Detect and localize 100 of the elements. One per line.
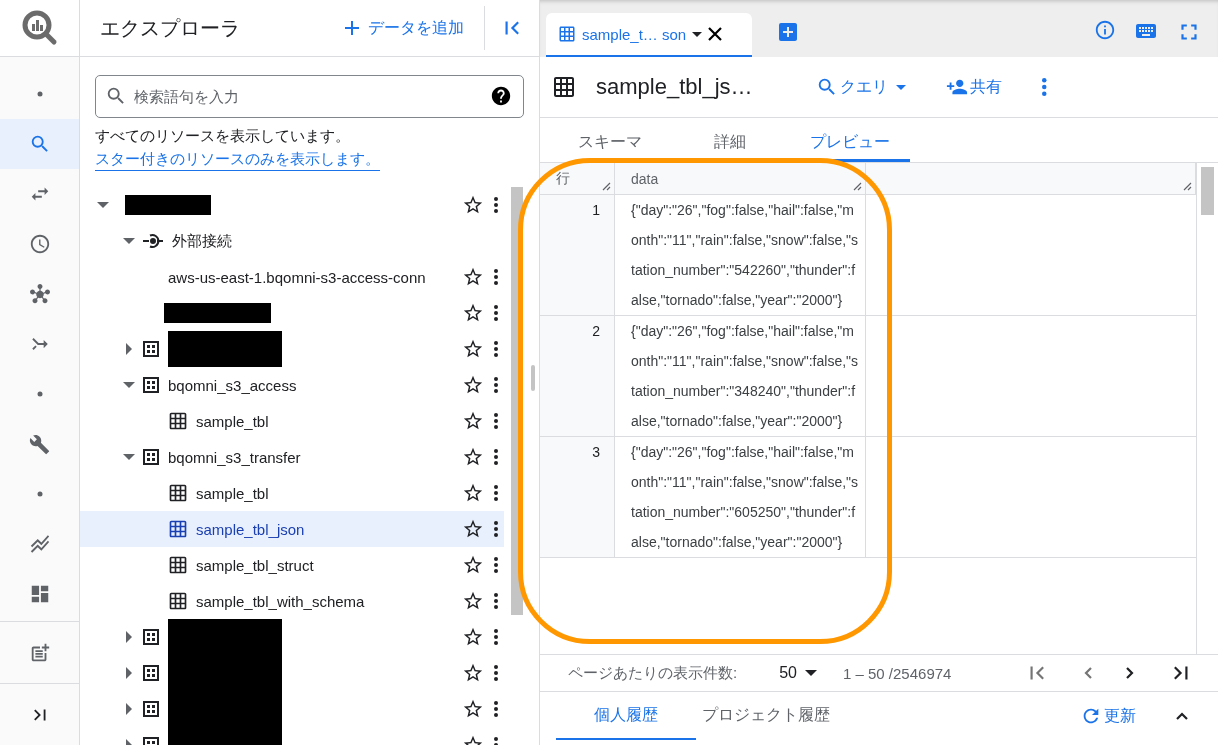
more-button[interactable] [494, 557, 498, 573]
star-button[interactable] [462, 698, 484, 720]
tree-item[interactable]: sample_tbl_json [80, 511, 504, 547]
star-icon [462, 482, 484, 504]
star-button[interactable] [462, 374, 484, 396]
star-icon [462, 554, 484, 576]
tree-item[interactable]: bqomni_s3_access [80, 367, 504, 403]
table-icon [168, 591, 188, 611]
search-icon [816, 76, 838, 98]
section-tab[interactable]: スキーマ [550, 118, 670, 162]
section-tab[interactable]: 詳細 [670, 118, 790, 162]
tree-item[interactable]: bqomni_s3_transfer [80, 439, 504, 475]
star-button[interactable] [462, 626, 484, 648]
star-icon [462, 518, 484, 540]
tree-item[interactable]: 外部接続 [80, 223, 504, 259]
tree-item[interactable]: aws-us-east-1.bqomni-s3-access-conn [80, 259, 504, 295]
table-icon [552, 75, 576, 99]
more-button[interactable] [494, 449, 498, 465]
expanded-caret-icon[interactable] [123, 454, 135, 460]
star-icon [462, 374, 484, 396]
more-button[interactable] [494, 377, 498, 393]
connection-icon [142, 232, 164, 250]
search-field[interactable]: 検索語句を入力 [95, 75, 524, 118]
more-button[interactable] [494, 269, 498, 285]
star-button[interactable] [462, 662, 484, 684]
expanded-caret-icon[interactable] [123, 238, 135, 244]
more-button[interactable] [494, 629, 498, 645]
history-tab[interactable]: プロジェクト履歴 [696, 692, 836, 740]
table-icon [168, 483, 188, 503]
dot-icon [36, 91, 43, 97]
star-button[interactable] [462, 194, 484, 216]
more-vertical-icon [494, 341, 498, 357]
resize-handle[interactable] [531, 365, 535, 391]
more-button[interactable] [494, 341, 498, 357]
expanded-caret-icon[interactable] [123, 382, 135, 388]
dataset-icon [142, 700, 160, 718]
table-cell: {"day":"26","fog":false,"hail":false,"month":"11","rain":false,"snow":false,"station_number":"542260","thunder":false,"tornado":false,"year":"2000"} [615, 195, 866, 315]
query-button[interactable]: クエリ [816, 76, 906, 98]
star-icon [462, 590, 484, 612]
more-vertical-icon [494, 593, 498, 609]
star-button[interactable] [462, 302, 484, 324]
table-icon [168, 411, 188, 431]
refresh-button[interactable]: 更新 [1074, 704, 1142, 728]
network-icon [29, 284, 50, 304]
dropdown-caret-icon [896, 84, 906, 90]
dataset-icon [142, 664, 160, 682]
more-button[interactable] [494, 197, 498, 213]
page-size-label: ページあたりの表示件数: [568, 663, 738, 683]
tree-item[interactable]: sample_tbl_struct [80, 547, 504, 583]
close-icon[interactable] [708, 27, 723, 41]
scrollbar-thumb[interactable] [1201, 167, 1214, 215]
tree-item[interactable]: sample_tbl [80, 475, 504, 511]
expanded-caret-icon[interactable] [97, 202, 109, 208]
more-button[interactable] [494, 665, 498, 681]
more-vertical-icon [494, 269, 498, 285]
more-button[interactable] [494, 593, 498, 609]
page-size-select[interactable]: 50 [773, 663, 823, 683]
more-vertical-icon [494, 197, 498, 213]
more-button[interactable] [494, 521, 498, 537]
collapse-button[interactable] [1176, 712, 1188, 720]
star-icon [462, 626, 484, 648]
share-button[interactable]: 共有 [946, 76, 1002, 98]
page-range: 1 – 50 /2546974 [842, 664, 952, 682]
star-button[interactable] [462, 266, 484, 288]
tree-item[interactable]: sample_tbl [80, 403, 504, 439]
star-icon [462, 302, 484, 324]
star-button[interactable] [462, 446, 484, 468]
more-vertical-icon [494, 629, 498, 645]
more-button[interactable] [494, 305, 498, 321]
more-button[interactable] [494, 701, 498, 717]
star-button[interactable] [462, 554, 484, 576]
collapsed-caret-icon[interactable] [126, 703, 132, 715]
add-data-button[interactable]: データを追加 [330, 16, 474, 40]
star-icon [462, 410, 484, 432]
tree-item[interactable]: sample_tbl_with_schema [80, 583, 504, 619]
help-icon[interactable] [490, 85, 512, 107]
star-icon [462, 446, 484, 468]
row-number: 2 [540, 316, 615, 436]
dot-icon [36, 391, 43, 397]
editor-tab[interactable]: sample_t… son [546, 13, 752, 57]
star-button[interactable] [462, 338, 484, 360]
table-icon [168, 519, 188, 539]
history-tab[interactable]: 個人履歴 [556, 692, 696, 740]
star-button[interactable] [462, 482, 484, 504]
star-icon [462, 194, 484, 216]
collapsed-caret-icon[interactable] [126, 667, 132, 679]
starred-resources-link[interactable]: スター付きのリソースのみを表示します。 [95, 147, 380, 171]
collapsed-caret-icon[interactable] [126, 343, 132, 355]
next-page-button[interactable] [1126, 667, 1134, 679]
collapsed-caret-icon[interactable] [126, 631, 132, 643]
star-button[interactable] [462, 518, 484, 540]
resize-grip-icon[interactable] [1183, 182, 1192, 191]
star-button[interactable] [462, 590, 484, 612]
star-button[interactable] [462, 410, 484, 432]
more-vertical-icon [494, 377, 498, 393]
dropdown-caret-icon [804, 670, 817, 676]
more-button[interactable] [494, 485, 498, 501]
resize-grip-icon[interactable] [602, 182, 611, 191]
resize-grip-icon[interactable] [853, 182, 862, 191]
more-button[interactable] [494, 413, 498, 429]
